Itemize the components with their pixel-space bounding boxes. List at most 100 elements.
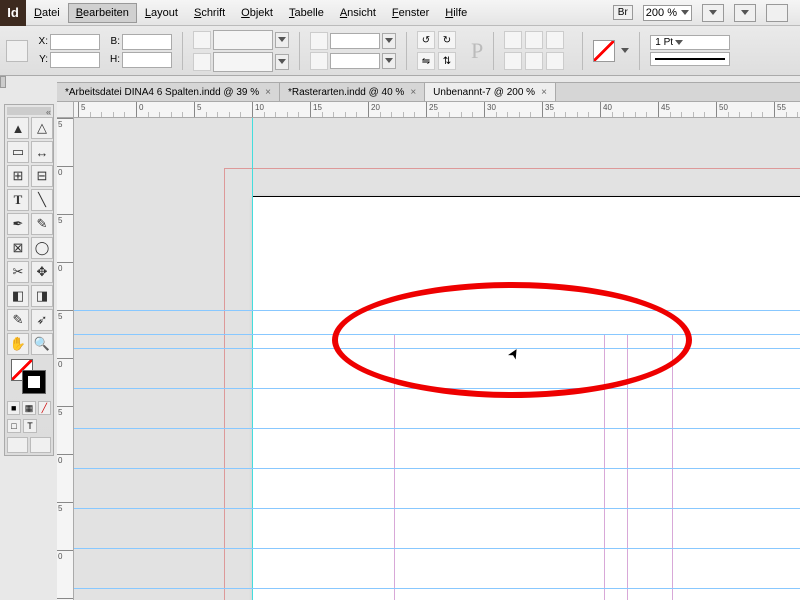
horizontal-ruler[interactable]: 50510152025303540455055 bbox=[74, 102, 800, 118]
ruler-origin[interactable] bbox=[57, 102, 74, 118]
content-collector-tool[interactable]: ⊞ bbox=[7, 165, 29, 187]
menu-tabelle[interactable]: Tabelle bbox=[281, 3, 332, 23]
ellipse-tool[interactable]: ◯ bbox=[31, 237, 53, 259]
column-guide bbox=[672, 334, 673, 600]
menu-schrift[interactable]: Schrift bbox=[186, 3, 233, 23]
y-label: Y: bbox=[34, 54, 48, 65]
horizontal-guide bbox=[74, 348, 800, 349]
line-tool[interactable]: ╲ bbox=[31, 189, 53, 211]
arrange-docs-button[interactable] bbox=[734, 4, 756, 22]
fill-swatch[interactable] bbox=[593, 40, 615, 62]
menu-bar: Id DateiBearbeitenLayoutSchriftObjektTab… bbox=[0, 0, 800, 26]
screen-mode-button[interactable] bbox=[702, 4, 724, 22]
direct-selection-tool[interactable]: △ bbox=[31, 117, 53, 139]
chevron-down-icon bbox=[681, 10, 689, 15]
scale-y-dd[interactable] bbox=[275, 54, 289, 70]
bridge-button[interactable]: Br bbox=[613, 5, 633, 20]
document-canvas[interactable] bbox=[74, 118, 800, 600]
gap-tool[interactable]: ↔ bbox=[31, 141, 53, 163]
scale-y-icon bbox=[193, 53, 211, 71]
scale-y-input[interactable] bbox=[213, 52, 273, 72]
height-input[interactable] bbox=[122, 52, 172, 68]
reference-point-icon[interactable] bbox=[6, 40, 28, 62]
x-input[interactable] bbox=[50, 34, 100, 50]
stroke-weight-select[interactable]: 1 Pt bbox=[650, 35, 730, 50]
rotate-icon bbox=[310, 32, 328, 50]
pen-tool[interactable]: ✒ bbox=[7, 213, 29, 235]
menu-bearbeiten[interactable]: Bearbeiten bbox=[68, 3, 137, 23]
horizontal-guide bbox=[74, 334, 800, 335]
close-icon[interactable]: × bbox=[410, 87, 416, 98]
apply-none-button[interactable]: ╱ bbox=[38, 401, 51, 415]
x-label: X: bbox=[34, 36, 48, 47]
content-placer-tool[interactable]: ⊟ bbox=[31, 165, 53, 187]
menu-layout[interactable]: Layout bbox=[137, 3, 186, 23]
pencil-tool[interactable]: ✎ bbox=[31, 213, 53, 235]
hand-tool[interactable]: ✋ bbox=[7, 333, 29, 355]
gradient-feather-tool[interactable]: ◨ bbox=[31, 285, 53, 307]
gradient-swatch-tool[interactable]: ◧ bbox=[7, 285, 29, 307]
rotate-cw-icon[interactable]: ↻ bbox=[438, 31, 456, 49]
rectangle-frame-tool[interactable]: ⊠ bbox=[7, 237, 29, 259]
horizontal-guide bbox=[74, 468, 800, 469]
zoom-tool[interactable]: 🔍 bbox=[31, 333, 53, 355]
shear-icon bbox=[310, 52, 328, 70]
close-icon[interactable]: × bbox=[265, 87, 271, 98]
palette-collapse-button[interactable] bbox=[7, 107, 51, 115]
horizontal-guide bbox=[74, 388, 800, 389]
menu-hilfe[interactable]: Hilfe bbox=[437, 3, 475, 23]
shear-dd[interactable] bbox=[382, 53, 396, 69]
left-panel-stub[interactable] bbox=[0, 76, 6, 88]
workspace-button[interactable] bbox=[766, 4, 788, 22]
zoom-level-select[interactable]: 200 % bbox=[643, 5, 692, 21]
flip-v-icon[interactable]: ⇅ bbox=[438, 52, 456, 70]
chevron-down-icon bbox=[741, 10, 749, 15]
free-transform-tool[interactable]: ✥ bbox=[31, 261, 53, 283]
format-text-button[interactable]: T bbox=[23, 419, 37, 433]
apply-gradient-button[interactable]: ▦ bbox=[22, 401, 35, 415]
menu-ansicht[interactable]: Ansicht bbox=[332, 3, 384, 23]
flip-h-icon[interactable]: ⇋ bbox=[417, 52, 435, 70]
menu-objekt[interactable]: Objekt bbox=[233, 3, 281, 23]
document-tab[interactable]: *Rasterarten.indd @ 40 %× bbox=[280, 83, 425, 101]
document-tab[interactable]: Unbenannt-7 @ 200 %× bbox=[425, 83, 556, 101]
align-left-icon[interactable] bbox=[504, 31, 522, 49]
scale-x-dd[interactable] bbox=[275, 32, 289, 48]
scissors-tool[interactable]: ✂ bbox=[7, 261, 29, 283]
y-input[interactable] bbox=[50, 52, 100, 68]
note-tool[interactable]: ✎ bbox=[7, 309, 29, 331]
align-top-icon[interactable] bbox=[504, 52, 522, 70]
selection-tool[interactable]: ▲ bbox=[7, 117, 29, 139]
rotate-dd[interactable] bbox=[382, 33, 396, 49]
document-tab[interactable]: *Arbeitsdatei DINA4 6 Spalten.indd @ 39 … bbox=[57, 83, 280, 101]
stroke-style-select[interactable] bbox=[650, 52, 730, 66]
vertical-guide bbox=[252, 118, 253, 600]
preview-view-button[interactable] bbox=[30, 437, 51, 453]
rotate-input[interactable] bbox=[330, 33, 380, 49]
page-tool[interactable]: ▭ bbox=[7, 141, 29, 163]
align-middle-icon[interactable] bbox=[525, 52, 543, 70]
horizontal-guide bbox=[74, 428, 800, 429]
chevron-down-icon bbox=[709, 10, 717, 15]
align-right-icon[interactable] bbox=[546, 31, 564, 49]
scale-x-icon bbox=[193, 31, 211, 49]
rotate-ccw-icon[interactable]: ↺ bbox=[417, 31, 435, 49]
vertical-ruler[interactable]: 50505050505 bbox=[57, 118, 74, 600]
horizontal-guide bbox=[74, 588, 800, 589]
width-input[interactable] bbox=[122, 34, 172, 50]
w-label: B: bbox=[106, 36, 120, 47]
shear-input[interactable] bbox=[330, 53, 380, 69]
eyedropper-tool[interactable]: ➶ bbox=[31, 309, 53, 331]
menu-fenster[interactable]: Fenster bbox=[384, 3, 437, 23]
menu-datei[interactable]: Datei bbox=[26, 3, 68, 23]
close-icon[interactable]: × bbox=[541, 87, 547, 98]
apply-color-button[interactable]: ■ bbox=[7, 401, 20, 415]
chevron-down-icon[interactable] bbox=[621, 48, 629, 53]
scale-x-input[interactable] bbox=[213, 30, 273, 50]
stroke-color-swatch[interactable] bbox=[23, 371, 45, 393]
format-container-button[interactable]: □ bbox=[7, 419, 21, 433]
align-center-icon[interactable] bbox=[525, 31, 543, 49]
type-tool[interactable]: T bbox=[7, 189, 29, 211]
align-bottom-icon[interactable] bbox=[546, 52, 564, 70]
normal-view-button[interactable] bbox=[7, 437, 28, 453]
